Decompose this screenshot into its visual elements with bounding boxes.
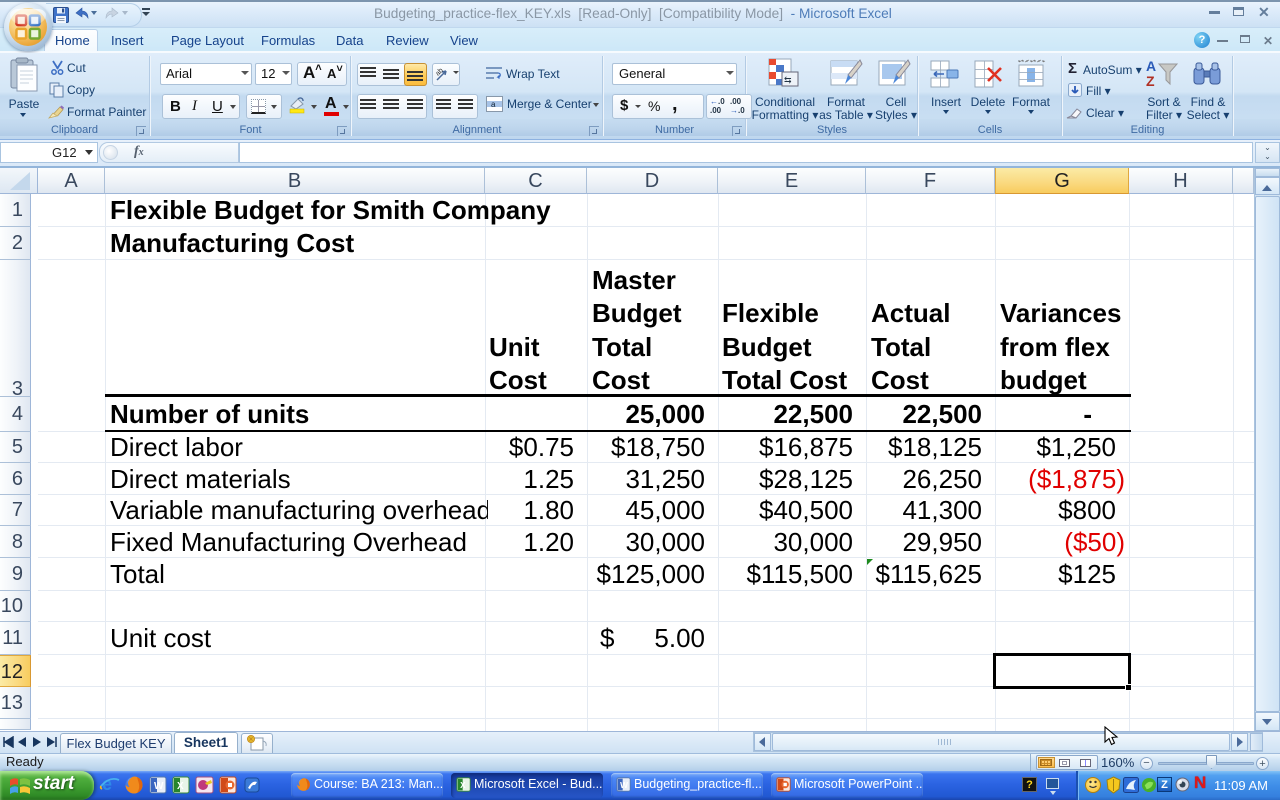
svg-text:W: W (154, 781, 164, 792)
svg-text:ab: ab (435, 67, 445, 78)
svg-text:A: A (1146, 58, 1156, 74)
svg-text:W: W (620, 780, 628, 790)
svg-text:a: a (491, 100, 496, 109)
svg-text:Z: Z (1146, 73, 1155, 89)
svg-text:X: X (460, 780, 466, 790)
svg-text:⇆: ⇆ (784, 75, 792, 85)
svg-text:X: X (177, 781, 184, 792)
